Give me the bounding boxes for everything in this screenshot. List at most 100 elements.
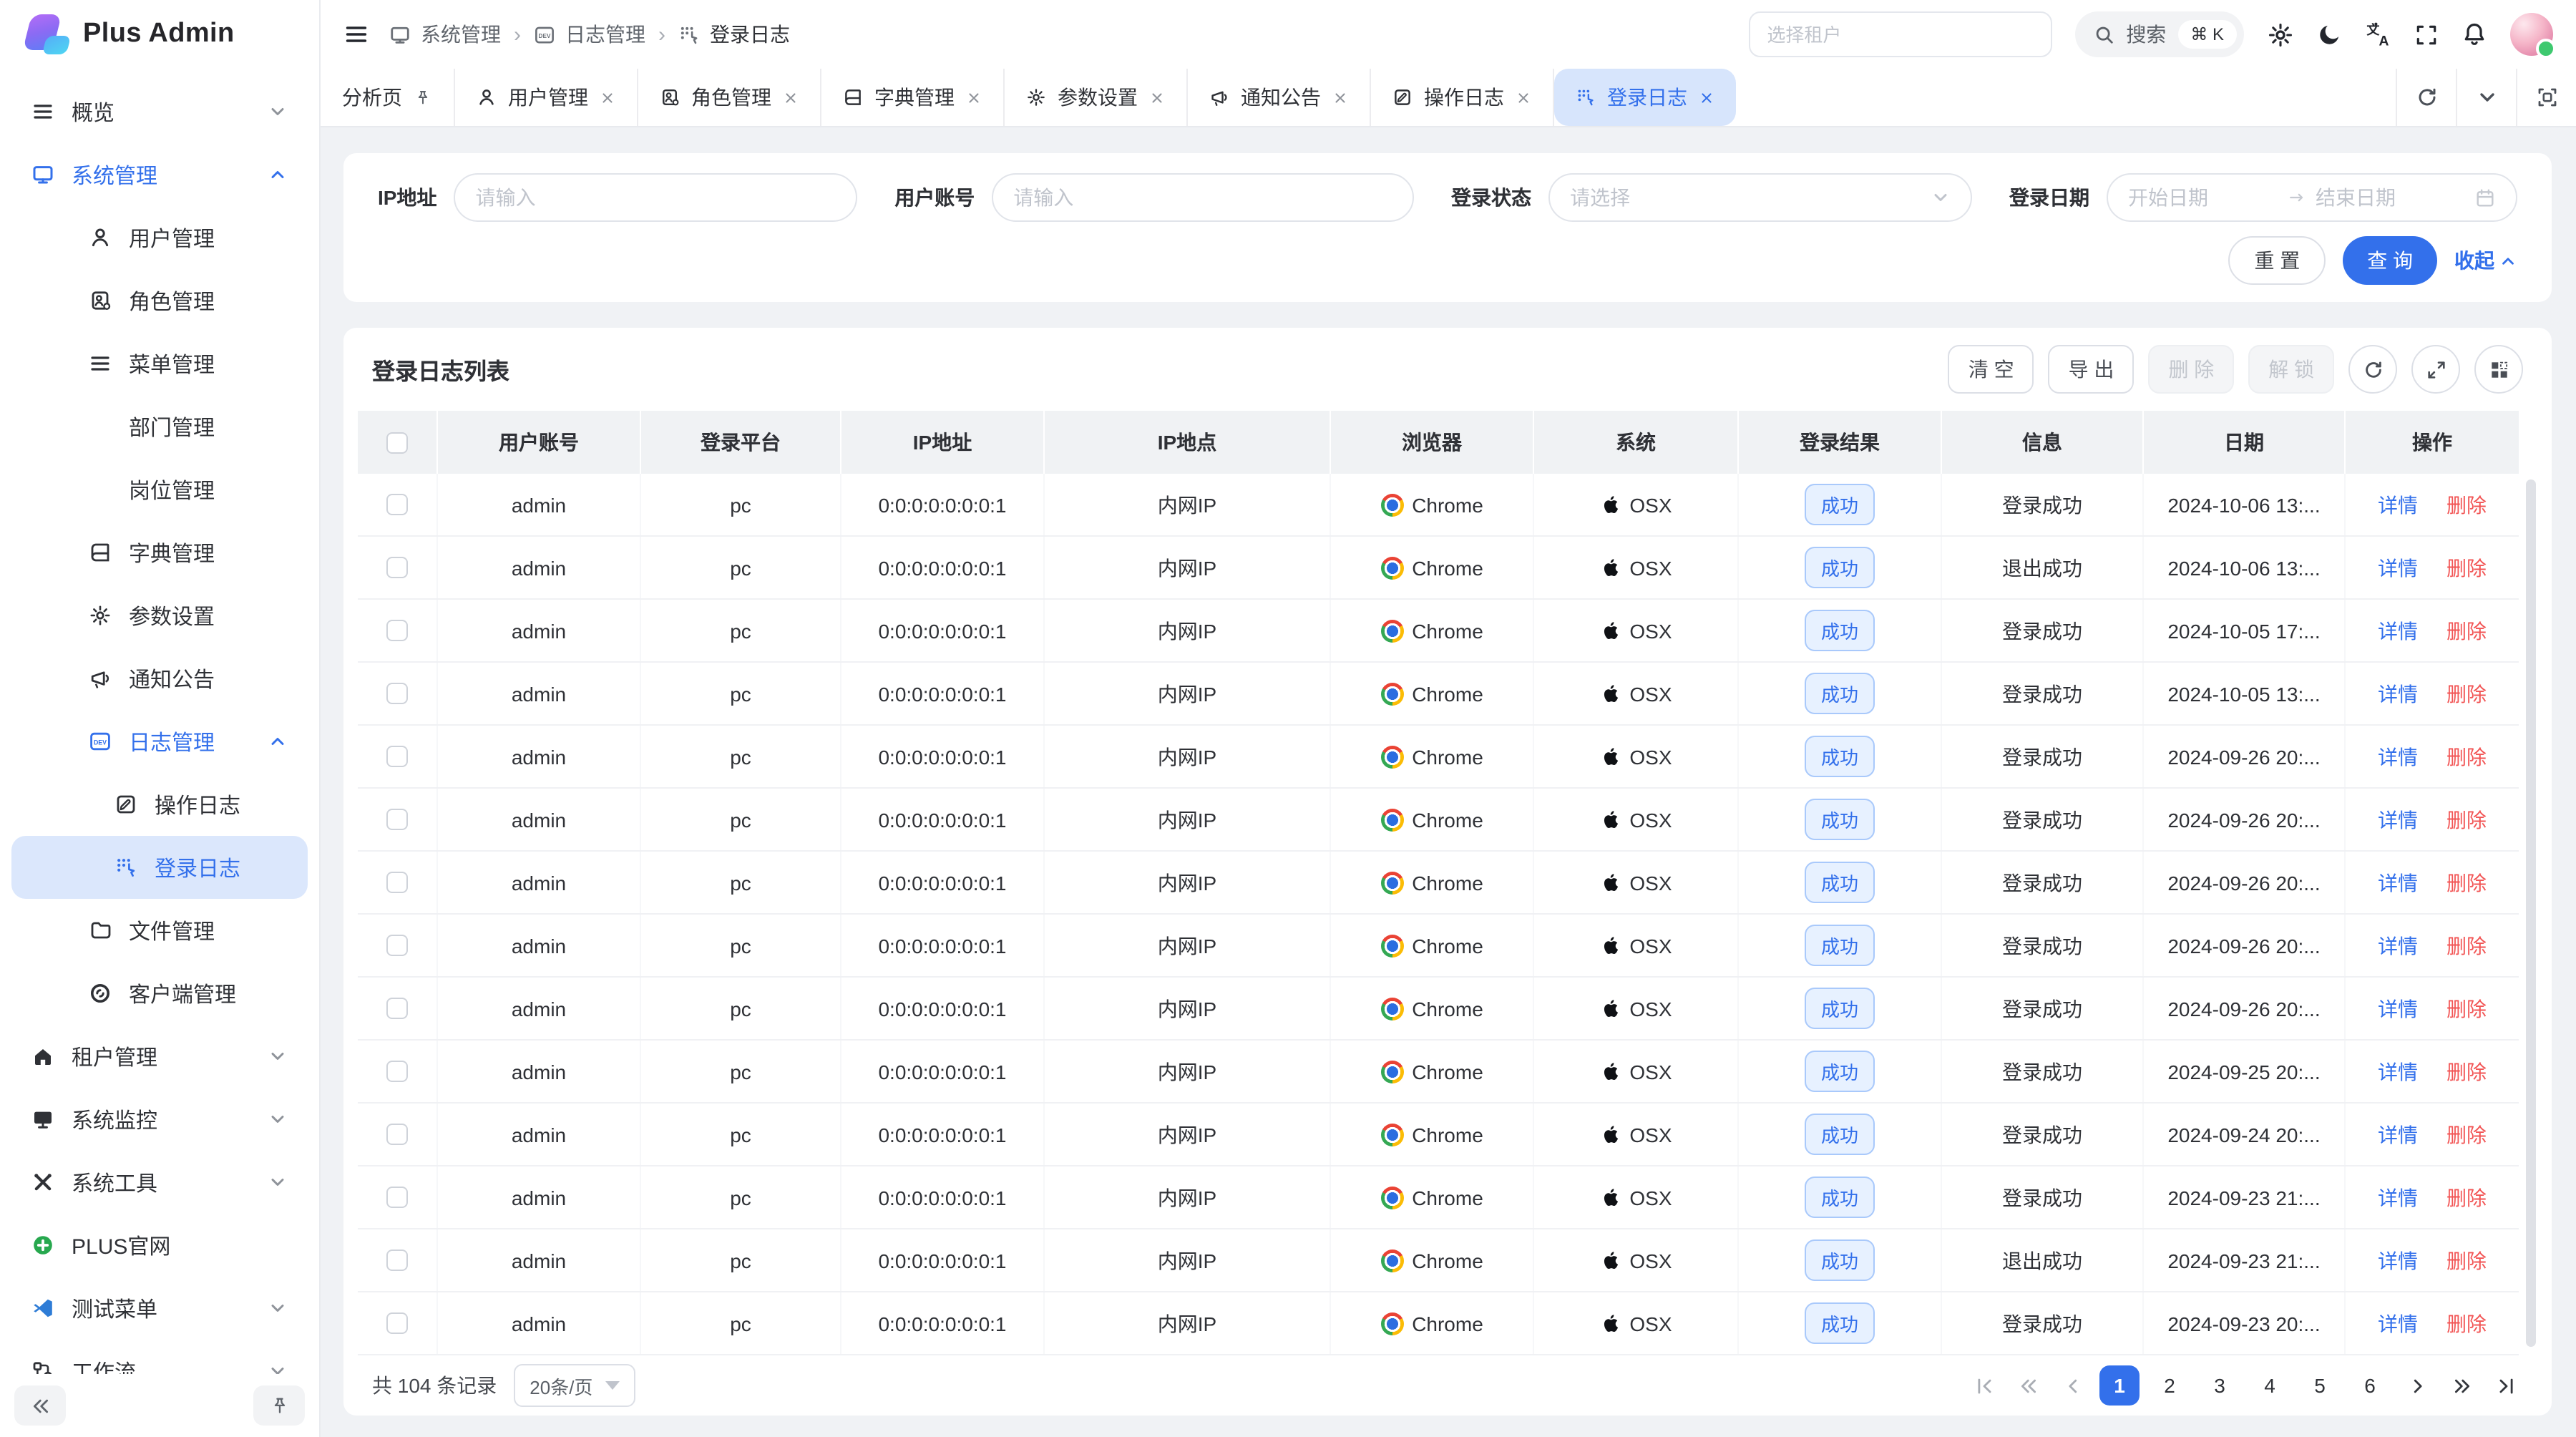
app-logo[interactable]: Plus Admin xyxy=(0,0,319,69)
sidebar-item-plus-site[interactable]: PLUS官网 xyxy=(11,1214,308,1277)
sidebar-item-monitor[interactable]: 系统监控 xyxy=(11,1088,308,1151)
row-checkbox[interactable] xyxy=(386,998,408,1019)
collapse-filters-link[interactable]: 收起 xyxy=(2454,246,2517,275)
global-search[interactable]: 搜索 ⌘ K xyxy=(2074,11,2244,57)
notifications-bell-icon[interactable] xyxy=(2462,21,2487,47)
detail-link[interactable]: 详情 xyxy=(2378,994,2418,1023)
ip-filter-input[interactable] xyxy=(454,173,857,222)
delete-link[interactable]: 删除 xyxy=(2446,1057,2487,1086)
page-button-2[interactable]: 2 xyxy=(2150,1365,2190,1406)
delete-link[interactable]: 删除 xyxy=(2446,1246,2487,1275)
row-checkbox[interactable] xyxy=(386,1250,408,1271)
sidebar-item-workflow[interactable]: 工作流 xyxy=(11,1340,308,1374)
row-checkbox[interactable] xyxy=(386,1061,408,1082)
delete-link[interactable]: 删除 xyxy=(2446,1309,2487,1338)
delete-link[interactable]: 删除 xyxy=(2446,805,2487,834)
detail-link[interactable]: 详情 xyxy=(2378,553,2418,582)
clear-button[interactable]: 清 空 xyxy=(1948,345,2034,394)
close-icon[interactable] xyxy=(1332,89,1348,105)
sidebar-item-log[interactable]: DEV日志管理 xyxy=(11,710,308,773)
sidebar-item-operation-log[interactable]: 操作日志 xyxy=(11,773,308,836)
page-button-5[interactable]: 5 xyxy=(2300,1365,2340,1406)
close-icon[interactable] xyxy=(966,89,982,105)
detail-link[interactable]: 详情 xyxy=(2378,1057,2418,1086)
first-page-button[interactable] xyxy=(1966,1367,2001,1404)
sidebar-item-role[interactable]: 角色管理 xyxy=(11,269,308,332)
table-columns-button[interactable] xyxy=(2474,345,2523,394)
table-fullscreen-button[interactable] xyxy=(2411,345,2460,394)
tabs-refresh-button[interactable] xyxy=(2396,69,2456,126)
detail-link[interactable]: 详情 xyxy=(2378,868,2418,897)
sidebar-item-system[interactable]: 系统管理 xyxy=(11,143,308,206)
tab-login-log[interactable]: 登录日志 xyxy=(1554,69,1736,126)
tab-param[interactable]: 参数设置 xyxy=(1005,69,1188,126)
scrollbar-thumb[interactable] xyxy=(2526,479,2536,1347)
next-page-button[interactable] xyxy=(2400,1367,2434,1404)
sidebar-item-dict[interactable]: 字典管理 xyxy=(11,521,308,584)
avatar[interactable] xyxy=(2510,13,2553,56)
sidebar-item-overview[interactable]: 概览 xyxy=(11,80,308,143)
page-button-4[interactable]: 4 xyxy=(2250,1365,2290,1406)
detail-link[interactable]: 详情 xyxy=(2378,616,2418,645)
detail-link[interactable]: 详情 xyxy=(2378,1120,2418,1149)
query-button[interactable]: 查 询 xyxy=(2343,236,2437,285)
detail-link[interactable]: 详情 xyxy=(2378,742,2418,771)
jump-forward-button[interactable] xyxy=(2444,1367,2479,1404)
row-checkbox[interactable] xyxy=(386,1312,408,1334)
close-icon[interactable] xyxy=(783,89,799,105)
account-filter-input[interactable] xyxy=(992,173,1414,222)
tab-analysis[interactable]: 分析页 xyxy=(321,69,455,126)
sidebar-item-user[interactable]: 用户管理 xyxy=(11,206,308,269)
row-checkbox[interactable] xyxy=(386,872,408,893)
row-checkbox[interactable] xyxy=(386,1124,408,1145)
tabs-fullscreen-button[interactable] xyxy=(2516,69,2576,126)
sidebar-item-param[interactable]: 参数设置 xyxy=(11,584,308,647)
table-scrollbar[interactable] xyxy=(2526,479,2536,1347)
page-button-3[interactable]: 3 xyxy=(2200,1365,2240,1406)
sidebar-item-client[interactable]: 客户端管理 xyxy=(11,962,308,1025)
delete-link[interactable]: 删除 xyxy=(2446,931,2487,960)
language-translate-icon[interactable]: 文A xyxy=(2366,21,2391,47)
login-date-range[interactable]: 开始日期 结束日期 xyxy=(2107,173,2517,222)
row-checkbox[interactable] xyxy=(386,683,408,704)
delete-link[interactable]: 删除 xyxy=(2446,742,2487,771)
detail-link[interactable]: 详情 xyxy=(2378,805,2418,834)
delete-link[interactable]: 删除 xyxy=(2446,616,2487,645)
sidebar-item-menu[interactable]: 菜单管理 xyxy=(11,332,308,395)
sidebar-item-login-log[interactable]: 登录日志 xyxy=(11,836,308,899)
row-checkbox[interactable] xyxy=(386,557,408,578)
delete-link[interactable]: 删除 xyxy=(2446,1120,2487,1149)
detail-link[interactable]: 详情 xyxy=(2378,1183,2418,1212)
sidebar-collapse-button[interactable] xyxy=(14,1385,66,1426)
hamburger-icon[interactable] xyxy=(343,21,369,47)
detail-link[interactable]: 详情 xyxy=(2378,490,2418,519)
delete-link[interactable]: 删除 xyxy=(2446,1183,2487,1212)
delete-link[interactable]: 删除 xyxy=(2446,553,2487,582)
row-checkbox[interactable] xyxy=(386,746,408,767)
tab-operation-log[interactable]: 操作日志 xyxy=(1371,69,1554,126)
login-status-select[interactable]: 请选择 xyxy=(1548,173,1972,222)
breadcrumb-item-log[interactable]: DEV日志管理 xyxy=(534,20,645,49)
row-checkbox[interactable] xyxy=(386,935,408,956)
row-checkbox[interactable] xyxy=(386,494,408,515)
detail-link[interactable]: 详情 xyxy=(2378,1246,2418,1275)
sidebar-item-test-menu[interactable]: 测试菜单 xyxy=(11,1277,308,1340)
page-button-1[interactable]: 1 xyxy=(2099,1365,2140,1406)
row-checkbox[interactable] xyxy=(386,1187,408,1208)
delete-link[interactable]: 删除 xyxy=(2446,994,2487,1023)
tab-notice[interactable]: 通知公告 xyxy=(1188,69,1371,126)
last-page-button[interactable] xyxy=(2489,1367,2523,1404)
sidebar-item-dept[interactable]: 部门管理 xyxy=(11,395,308,458)
page-size-select[interactable]: 20条/页 xyxy=(514,1364,635,1407)
detail-link[interactable]: 详情 xyxy=(2378,931,2418,960)
detail-link[interactable]: 详情 xyxy=(2378,679,2418,708)
sidebar-item-notice[interactable]: 通知公告 xyxy=(11,647,308,710)
jump-back-button[interactable] xyxy=(2011,1367,2045,1404)
breadcrumb-item-system[interactable]: 系统管理 xyxy=(389,20,501,49)
sidebar-item-post[interactable]: 岗位管理 xyxy=(11,458,308,521)
tab-dict[interactable]: 字典管理 xyxy=(821,69,1005,126)
tabs-more-button[interactable] xyxy=(2456,69,2516,126)
breadcrumb-item-login-log[interactable]: 登录日志 xyxy=(678,20,790,49)
close-icon[interactable] xyxy=(1516,89,1531,105)
settings-gear-icon[interactable] xyxy=(2267,21,2294,48)
